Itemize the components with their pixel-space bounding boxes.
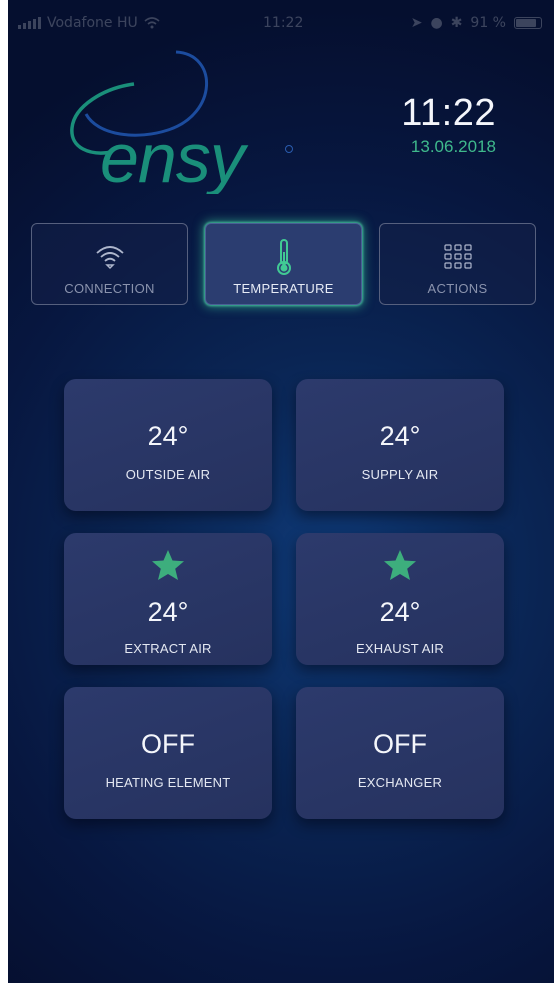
clock: 11:22 13.06.2018	[401, 92, 496, 157]
tile-label: EXTRACT AIR	[124, 641, 212, 656]
tile-value: 24°	[147, 597, 189, 627]
tile-extract-air[interactable]: 24° EXTRACT AIR	[64, 533, 272, 665]
thermometer-icon	[276, 239, 291, 275]
tile-value: 24°	[379, 421, 421, 451]
star-icon	[384, 550, 416, 580]
bluetooth-icon: ✱	[450, 15, 463, 31]
alarm-icon: ●	[430, 15, 443, 31]
tile-value: OFF	[373, 729, 427, 759]
tile-exchanger[interactable]: OFF EXCHANGER	[296, 687, 504, 819]
app-screen: Vodafone HU 11:22 ➤ ● ✱ 91 % ensy 11:22 …	[8, 0, 554, 983]
tile-heating-element[interactable]: OFF HEATING ELEMENT	[64, 687, 272, 819]
status-time: 11:22	[263, 15, 304, 31]
battery-percent: 91 %	[470, 15, 506, 31]
tile-supply-air[interactable]: 24° SUPPLY AIR	[296, 379, 504, 511]
carrier-label: Vodafone HU	[47, 15, 138, 31]
tile-label: HEATING ELEMENT	[105, 775, 231, 790]
wifi-icon	[95, 246, 124, 270]
star-icon	[152, 550, 184, 580]
tab-actions-label: ACTIONS	[427, 281, 488, 296]
tile-value: 24°	[147, 421, 189, 451]
clock-date: 13.06.2018	[410, 137, 496, 156]
tile-label: OUTSIDE AIR	[125, 467, 211, 482]
logo-wordmark: ensy	[100, 119, 249, 194]
ensy-logo: ensy	[70, 50, 293, 194]
tile-exhaust-air[interactable]: 24° EXHAUST AIR	[296, 533, 504, 665]
status-left: Vodafone HU	[18, 15, 160, 31]
battery-icon	[514, 17, 542, 29]
tile-label: EXCHANGER	[357, 775, 443, 790]
grid-icon	[443, 244, 472, 269]
tile-label: SUPPLY AIR	[361, 467, 439, 482]
tab-connection-label: CONNECTION	[64, 281, 155, 296]
location-icon: ➤	[410, 15, 423, 31]
tile-value: OFF	[141, 729, 195, 759]
status-bar: Vodafone HU 11:22 ➤ ● ✱ 91 %	[8, 0, 554, 44]
wifi-status-icon	[144, 17, 160, 29]
tab-temperature[interactable]: TEMPERATURE	[205, 223, 362, 305]
clock-time: 11:22	[401, 92, 496, 134]
status-right: ➤ ● ✱ 91 %	[411, 15, 542, 31]
signal-icon	[18, 17, 41, 29]
tab-connection[interactable]: CONNECTION	[31, 223, 188, 305]
tab-actions[interactable]: ACTIONS	[379, 223, 536, 305]
tile-label: EXHAUST AIR	[356, 641, 444, 656]
tile-value: 24°	[379, 597, 421, 627]
tab-temperature-label: TEMPERATURE	[233, 281, 334, 296]
tile-outside-air[interactable]: 24° OUTSIDE AIR	[64, 379, 272, 511]
